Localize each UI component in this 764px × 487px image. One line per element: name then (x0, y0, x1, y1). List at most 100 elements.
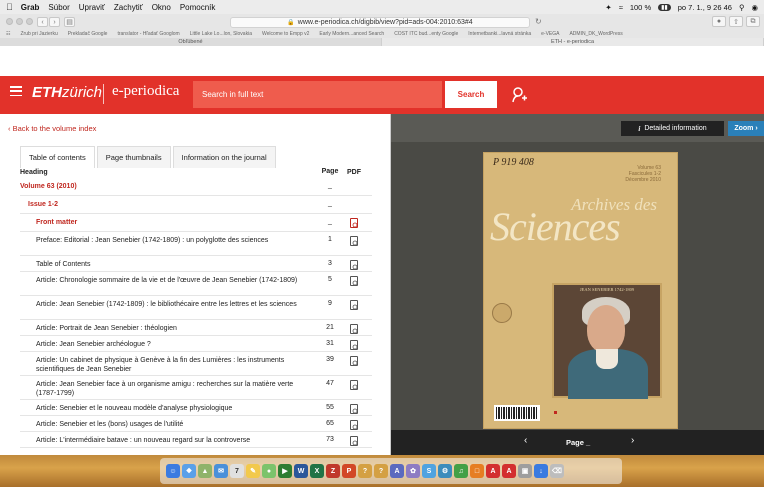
toc-row-title[interactable]: Article: Jean Senebier (1742-1809) : le … (36, 300, 300, 309)
toc-row-title[interactable]: Article: Jean Senebier archéologue ? (36, 340, 300, 349)
toc-row-pdf-link[interactable] (344, 435, 364, 446)
toc-row-title[interactable]: Table of Contents (36, 260, 300, 269)
toc-row-pdf-link[interactable] (344, 259, 364, 270)
toc-row-title[interactable]: Article: Senebier et le nouveau modèle d… (36, 404, 300, 413)
toc-row-title[interactable]: Article: Chronologie sommaire de la vie … (36, 276, 300, 285)
toc-row-title[interactable]: Article: Portrait de Jean Senebier : thé… (36, 324, 300, 333)
toc-row-title[interactable]: Front matter (36, 218, 300, 227)
toc-row-pdf-link[interactable] (344, 217, 364, 228)
maps-icon[interactable]: ▲ (198, 464, 212, 478)
toc-row-title[interactable]: Article: Senebier et les (bons) usages d… (36, 420, 300, 429)
image-capture-icon[interactable]: ▣ (518, 464, 532, 478)
toc-row[interactable]: Article: Chronologie sommaire de la vie … (20, 275, 372, 298)
bookmark-item[interactable]: Welcome to Empp v2 (262, 31, 309, 37)
spotify-icon[interactable]: ♫ (454, 464, 468, 478)
minimize-window-icon[interactable] (16, 18, 23, 25)
trash-icon[interactable]: ⌫ (550, 464, 564, 478)
toc-row-pdf-link[interactable] (344, 339, 364, 350)
site-title[interactable]: e-periodica (112, 83, 179, 100)
skype-icon[interactable]: S (422, 464, 436, 478)
bookmark-item[interactable]: COST ITC bud...enty Google (394, 31, 458, 37)
menu-subor[interactable]: Súbor (48, 3, 69, 12)
bookmark-item[interactable]: Zrub pri Jazierku (20, 31, 57, 37)
tabs-overview-icon[interactable]: ⧉ (746, 16, 760, 27)
bookmark-item[interactable]: Prekladač Google (68, 31, 108, 37)
toc-row-title[interactable]: Issue 1-2 (28, 200, 300, 209)
word-icon[interactable]: W (294, 464, 308, 478)
menu-okno[interactable]: Okno (152, 3, 171, 12)
spotlight-icon[interactable]: ⚲ (739, 3, 745, 12)
toc-row[interactable]: Volume 63 (2010) _ (20, 182, 372, 198)
menu-pomocnik[interactable]: Pomocník (180, 3, 216, 12)
extensions-icon[interactable]: ● (712, 16, 726, 27)
add-user-icon[interactable] (507, 81, 531, 108)
bookmark-item[interactable]: e-VEGA (541, 31, 559, 37)
excel-icon[interactable]: X (310, 464, 324, 478)
toc-row[interactable]: Article: Jean Senebier archéologue ? 31 (20, 339, 372, 354)
messages-icon[interactable]: ● (262, 464, 276, 478)
filezilla-icon[interactable]: Z (326, 464, 340, 478)
toc-row[interactable]: Preface: Editorial : Jean Senebier (1742… (20, 235, 372, 258)
zoom-button[interactable]: Zoom › (728, 121, 764, 136)
toc-row-title[interactable]: Article: Jean Senebier face à un organis… (36, 380, 300, 398)
toc-row[interactable]: Article: L'intermédiaire batave : un nou… (20, 435, 372, 450)
menu-hamburger-icon[interactable] (10, 86, 22, 96)
photos-icon[interactable]: ✿ (406, 464, 420, 478)
toc-row-pdf-link[interactable] (344, 403, 364, 414)
help-icon[interactable]: ? (374, 464, 388, 478)
close-window-icon[interactable] (6, 18, 13, 25)
acrobat-reader-icon[interactable]: A (502, 464, 516, 478)
menu-upravit[interactable]: Upraviť (79, 3, 105, 12)
toc-row-title[interactable]: Volume 63 (2010) (20, 182, 300, 191)
tab-favorites[interactable]: Obľúbené (0, 38, 382, 46)
page-image[interactable]: P 919 408 Volume 63 Fascicules 1-2 Décem… (483, 152, 678, 429)
back-to-volume-index-link[interactable]: ‹ Back to the volume index (8, 124, 96, 133)
toc-row[interactable]: Article: Jean Senebier (1742-1809) : le … (20, 299, 372, 322)
safari-icon[interactable]: ❖ (182, 464, 196, 478)
toc-row[interactable]: Article: Senebier et les (bons) usages d… (20, 419, 372, 434)
detailed-information-button[interactable]: i Detailed information (621, 121, 724, 136)
toc-row-pdf-link[interactable] (344, 275, 364, 286)
previous-page-icon[interactable]: ‹ (524, 435, 527, 446)
notification-icon[interactable]: ◉ (751, 3, 758, 12)
apple-icon[interactable]:  (6, 2, 13, 12)
menu-app[interactable]: Grab (21, 3, 40, 12)
fulltext-search-input[interactable]: Search in full text (193, 81, 442, 108)
toc-row[interactable]: Article: Senebier et le nouveau modèle d… (20, 403, 372, 418)
battery-icon[interactable]: ▮▮ (658, 3, 671, 11)
bookmark-item[interactable]: Internetbanki...lavná stránka (468, 31, 531, 37)
toc-row[interactable]: Front matter _ (20, 217, 372, 234)
dropbox-icon[interactable]: ✦ (605, 3, 611, 12)
toc-row[interactable]: Table of Contents 3 (20, 259, 372, 274)
menu-zachytit[interactable]: Zachytiť (114, 3, 143, 12)
preview-icon[interactable]: □ (470, 464, 484, 478)
bookmark-item[interactable]: Little Lake Lo...lon, Slovakia (190, 31, 252, 37)
share-icon[interactable]: ⇧ (729, 16, 743, 27)
calendar-icon[interactable]: 7 (230, 464, 244, 478)
toc-row[interactable]: Issue 1-2 _ (20, 200, 372, 216)
toc-row[interactable]: Article: Un cabinet de physique à Genève… (20, 355, 372, 378)
system-preferences-icon[interactable]: ⚙ (438, 464, 452, 478)
tab-eperiodica[interactable]: ETH - e-periodica (382, 38, 764, 46)
reload-icon[interactable]: ↻ (535, 17, 542, 26)
app-store-icon[interactable]: A (390, 464, 404, 478)
toc-row-pdf-link[interactable] (344, 235, 364, 246)
mail-icon[interactable]: ✉ (214, 464, 228, 478)
finder-icon[interactable]: ☺ (166, 464, 180, 478)
toc-row-title[interactable]: Article: Un cabinet de physique à Genève… (36, 356, 300, 374)
toc-row[interactable]: Article: Jean Senebier face à un organis… (20, 379, 372, 402)
bookmark-item[interactable]: Early Modern...anced Search (319, 31, 384, 37)
toc-row-pdf-link[interactable] (344, 299, 364, 310)
address-bar[interactable]: 🔒 www.e-periodica.ch/digbib/view?pid=ads… (230, 17, 530, 28)
search-button[interactable]: Search (445, 81, 497, 108)
sidebar-icon[interactable]: ▤ (64, 17, 75, 27)
bookmark-item[interactable]: translator - Hľadať Googlom (117, 31, 179, 37)
downloads-icon[interactable]: ↓ (534, 464, 548, 478)
toc-row-title[interactable]: Preface: Editorial : Jean Senebier (1742… (36, 236, 300, 245)
eth-logo[interactable]: ETHzürich (32, 84, 102, 101)
facetime-icon[interactable]: ▶ (278, 464, 292, 478)
toc-row-pdf-link[interactable] (344, 379, 364, 390)
back-nav-icon[interactable]: ‹ (37, 17, 48, 27)
toc-row-title[interactable]: Article: L'intermédiaire batave : un nou… (36, 436, 300, 445)
toc-row-pdf-link[interactable] (344, 419, 364, 430)
